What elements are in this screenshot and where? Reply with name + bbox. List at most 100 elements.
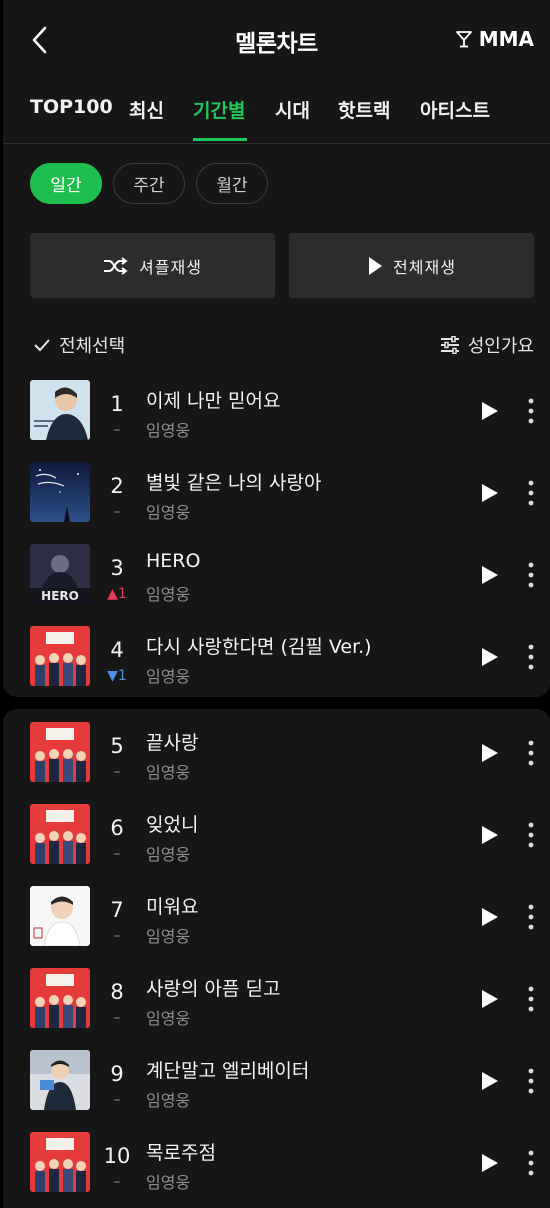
trophy-icon [455, 31, 472, 48]
play-icon[interactable] [481, 825, 499, 845]
song-artist: 임영웅 [146, 667, 191, 686]
checkmark-icon [34, 339, 50, 352]
mma-button[interactable]: MMA [455, 27, 534, 51]
play-icon[interactable] [481, 1153, 499, 1173]
album-cover: HERO [30, 544, 90, 604]
song-row[interactable]: 8 – 사랑의 아픔 딛고 임영웅 [3, 968, 550, 1050]
rank-change: – [113, 846, 121, 862]
tab-era[interactable]: 시대 [275, 96, 310, 123]
more-options-icon[interactable] [526, 1068, 536, 1094]
song-title: 사랑의 아픔 딛고 [146, 978, 281, 1000]
song-artist: 임영웅 [146, 421, 191, 440]
song-artist: 임영웅 [146, 845, 191, 864]
rank-number: 8 [110, 980, 124, 1004]
play-all-label: 전체재생 [393, 257, 456, 277]
rank-number: 7 [110, 898, 124, 922]
tab-hot-track[interactable]: 핫트랙 [338, 96, 390, 123]
album-cover [30, 462, 90, 522]
album-cover [30, 626, 90, 686]
song-title: 별빛 같은 나의 사랑아 [146, 472, 322, 494]
song-title: 잊었니 [146, 814, 199, 836]
more-options-icon[interactable] [526, 562, 536, 588]
song-row[interactable]: 1 – 이제 나만 믿어요 임영웅 [3, 380, 550, 462]
tab-top100[interactable]: TOP100 [30, 96, 113, 118]
filter-sliders-icon [440, 336, 459, 354]
hero-cover-text: HERO [41, 589, 79, 603]
tab-artist[interactable]: 아티스트 [420, 96, 490, 123]
more-options-icon[interactable] [526, 986, 536, 1012]
tab-latest[interactable]: 최신 [129, 96, 164, 123]
more-options-icon[interactable] [526, 398, 536, 424]
active-tab-indicator [193, 138, 247, 141]
play-all-button[interactable]: 전체재생 [289, 233, 534, 298]
song-row[interactable]: 9 – 계단말고 엘리베이터 임영웅 [3, 1050, 550, 1132]
genre-filter-button[interactable]: 성인가요 [440, 332, 534, 358]
song-row[interactable]: 4 ▼1 다시 사랑한다면 (김필 Ver.) 임영웅 [3, 626, 550, 708]
more-options-icon[interactable] [526, 740, 536, 766]
song-title: HERO [146, 550, 201, 572]
rank-number: 3 [110, 556, 124, 580]
chart-bottom-panel: 5 – 끝사랑 임영웅 6 – 잊었니 임영웅 7 – 미워요 임영웅 8 – … [3, 709, 550, 1208]
select-all-label: 전체선택 [59, 336, 126, 357]
more-options-icon[interactable] [526, 480, 536, 506]
album-cover [30, 886, 90, 946]
play-icon[interactable] [481, 907, 499, 927]
play-icon[interactable] [481, 483, 499, 503]
song-title: 미워요 [146, 896, 199, 918]
period-weekly-button[interactable]: 주간 [113, 163, 185, 204]
song-artist: 임영웅 [146, 503, 191, 522]
rank-number: 5 [110, 734, 124, 758]
tab-period[interactable]: 기간별 [193, 96, 245, 123]
more-options-icon[interactable] [526, 644, 536, 670]
rank-change: – [113, 928, 121, 944]
rank-number: 10 [103, 1144, 131, 1168]
song-row[interactable]: 7 – 미워요 임영웅 [3, 886, 550, 968]
play-icon[interactable] [481, 647, 499, 667]
song-artist: 임영웅 [146, 1173, 191, 1192]
song-row[interactable]: 5 – 끝사랑 임영웅 [3, 722, 550, 804]
play-icon[interactable] [481, 1071, 499, 1091]
album-cover [30, 1132, 90, 1192]
album-cover [30, 722, 90, 782]
select-all-button[interactable]: 전체선택 [33, 332, 125, 358]
rank-change: ▲1 [107, 586, 127, 602]
more-options-icon[interactable] [526, 904, 536, 930]
chart-top-panel: 멜론차트 MMA TOP100 최신 기간별 시대 핫트랙 아티스트 일간 주간… [3, 0, 550, 697]
song-artist: 임영웅 [146, 927, 191, 946]
song-row[interactable]: HERO 3 ▲1 HERO 임영웅 [3, 544, 550, 626]
rank-number: 9 [110, 1062, 124, 1086]
play-icon[interactable] [481, 565, 499, 585]
header: 멜론차트 MMA [3, 0, 550, 80]
song-artist: 임영웅 [146, 585, 191, 604]
period-daily-button[interactable]: 일간 [30, 163, 102, 204]
song-title: 끝사랑 [146, 732, 199, 754]
play-icon[interactable] [481, 743, 499, 763]
song-row[interactable]: 6 – 잊었니 임영웅 [3, 804, 550, 886]
song-artist: 임영웅 [146, 763, 191, 782]
filter-label: 성인가요 [467, 336, 534, 357]
rank-change: – [113, 764, 121, 780]
rank-change: – [113, 1174, 121, 1190]
period-monthly-button[interactable]: 월간 [196, 163, 268, 204]
rank-number: 6 [110, 816, 124, 840]
shuffle-play-label: 셔플재생 [139, 257, 202, 277]
song-title: 다시 사랑한다면 (김필 Ver.) [146, 636, 372, 658]
play-icon [369, 256, 383, 275]
song-title: 목로주점 [146, 1142, 216, 1164]
song-title: 계단말고 엘리베이터 [146, 1060, 310, 1082]
rank-change: – [113, 422, 121, 438]
more-options-icon[interactable] [526, 1150, 536, 1176]
song-row[interactable]: 10 – 목로주점 임영웅 [3, 1132, 550, 1208]
shuffle-play-button[interactable]: 셔플재생 [30, 233, 275, 298]
album-cover [30, 380, 90, 440]
rank-number: 1 [110, 392, 124, 416]
play-icon[interactable] [481, 401, 499, 421]
play-icon[interactable] [481, 989, 499, 1009]
more-options-icon[interactable] [526, 822, 536, 848]
album-cover [30, 804, 90, 864]
shuffle-icon [104, 256, 128, 275]
song-artist: 임영웅 [146, 1091, 191, 1110]
rank-change: – [113, 1010, 121, 1026]
rank-number: 2 [110, 474, 124, 498]
song-row[interactable]: 2 – 별빛 같은 나의 사랑아 임영웅 [3, 462, 550, 544]
